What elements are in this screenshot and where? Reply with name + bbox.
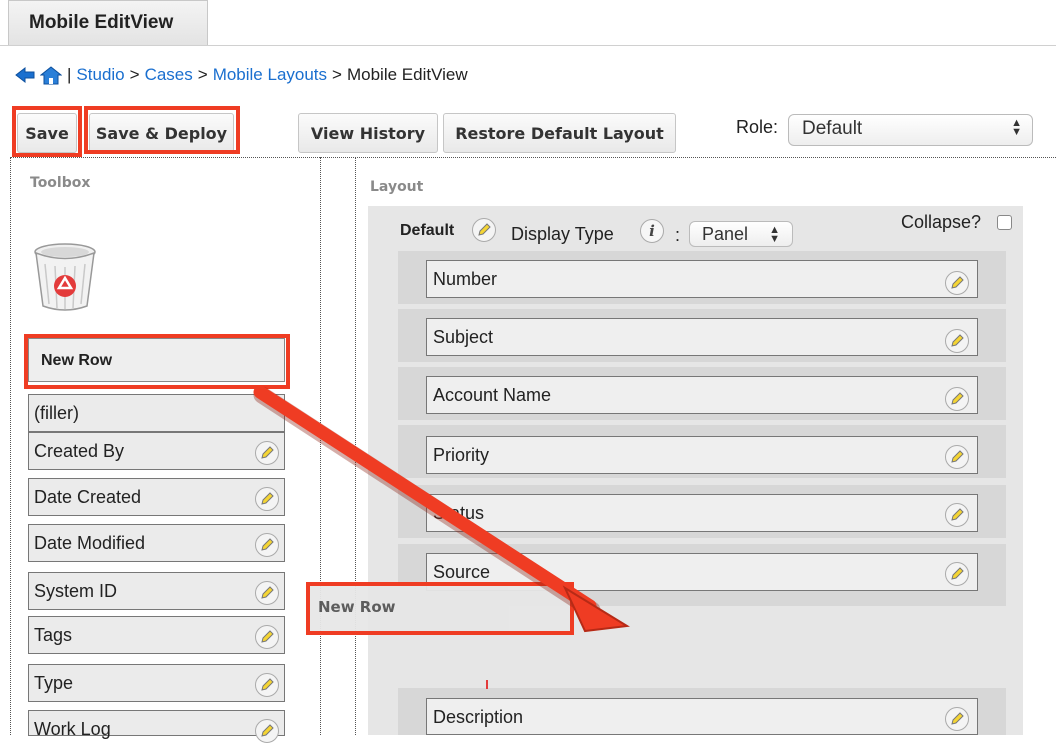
display-type-label: Display Type bbox=[511, 224, 614, 244]
field-label: Source bbox=[433, 562, 491, 582]
role-select[interactable]: Default ▲ ▼ bbox=[788, 114, 1033, 146]
role-label: Role: bbox=[736, 117, 779, 137]
field-label: Work Log bbox=[34, 719, 111, 739]
new-row-highlight-box bbox=[24, 334, 290, 389]
field-label: Date Modified bbox=[34, 533, 146, 553]
trash-bin-icon[interactable] bbox=[33, 242, 97, 312]
field-label: Tags bbox=[34, 625, 73, 645]
toolbox-right-border bbox=[320, 157, 321, 735]
pencil-icon[interactable] bbox=[255, 581, 279, 605]
pencil-icon[interactable] bbox=[945, 387, 969, 411]
layout-field-description[interactable]: Description bbox=[426, 698, 978, 735]
dragging-row-highlight-box bbox=[306, 582, 574, 635]
display-type-colon: : bbox=[675, 225, 681, 245]
tab-divider bbox=[0, 45, 1056, 46]
field-label: Date Created bbox=[34, 487, 142, 507]
role-value: Default bbox=[802, 118, 863, 139]
collapse-label: Collapse? bbox=[901, 212, 982, 232]
toolbox-field-system-id[interactable]: System ID bbox=[28, 572, 285, 610]
pencil-icon[interactable] bbox=[945, 445, 969, 469]
workspace-top-border bbox=[10, 157, 1056, 158]
field-label: Status bbox=[433, 503, 485, 523]
toolbox-field-created-by[interactable]: Created By bbox=[28, 432, 285, 470]
toolbox-title: Toolbox bbox=[30, 175, 91, 191]
save-highlight-box bbox=[12, 106, 82, 157]
pencil-icon[interactable] bbox=[945, 271, 969, 295]
pencil-icon[interactable] bbox=[255, 441, 279, 465]
breadcrumb-arrow: > bbox=[332, 65, 342, 84]
layout-field-number[interactable]: Number bbox=[426, 260, 978, 298]
toolbox-field-date-created[interactable]: Date Created bbox=[28, 478, 285, 516]
toolbox-field-filler[interactable]: (filler) bbox=[28, 394, 285, 432]
restore-default-layout-button[interactable]: Restore Default Layout bbox=[443, 113, 676, 153]
field-label: Created By bbox=[34, 441, 125, 461]
panel-name: Default bbox=[400, 222, 455, 239]
breadcrumb-arrow: > bbox=[197, 65, 208, 84]
breadcrumb-current: Mobile EditView bbox=[346, 65, 468, 84]
toolbox-field-tags[interactable]: Tags bbox=[28, 616, 285, 654]
layout-field-account-name[interactable]: Account Name bbox=[426, 376, 978, 414]
home-icon[interactable] bbox=[39, 65, 63, 85]
field-label: Priority bbox=[433, 445, 490, 465]
field-label: Description bbox=[433, 707, 524, 727]
pencil-icon[interactable] bbox=[255, 719, 279, 743]
layout-field-subject[interactable]: Subject bbox=[426, 318, 978, 356]
pencil-icon[interactable] bbox=[945, 329, 969, 353]
tab-mobile-editview[interactable]: Mobile EditView bbox=[8, 0, 208, 45]
pencil-icon[interactable] bbox=[255, 533, 279, 557]
toolbox-field-date-modified[interactable]: Date Modified bbox=[28, 524, 285, 562]
breadcrumb-separator: | bbox=[67, 65, 72, 84]
layout-field-status[interactable]: Status bbox=[426, 494, 978, 532]
field-label: Number bbox=[433, 269, 498, 289]
display-type-select[interactable]: Panel ▲ ▼ bbox=[689, 221, 793, 247]
pencil-icon[interactable] bbox=[255, 673, 279, 697]
back-arrow-icon[interactable] bbox=[14, 65, 36, 85]
view-history-button[interactable]: View History bbox=[298, 113, 438, 153]
breadcrumb-mobile-layouts[interactable]: Mobile Layouts bbox=[213, 65, 327, 85]
toolbox-left-border bbox=[10, 157, 11, 735]
pencil-icon[interactable] bbox=[255, 625, 279, 649]
field-label: System ID bbox=[34, 581, 118, 601]
pencil-icon[interactable] bbox=[255, 487, 279, 511]
field-label: Subject bbox=[433, 327, 494, 347]
layout-field-priority[interactable]: Priority bbox=[426, 436, 978, 474]
toolbox-field-work-log[interactable]: Work Log bbox=[28, 710, 285, 743]
field-label: Account Name bbox=[433, 385, 552, 405]
layout-left-border bbox=[355, 157, 356, 735]
breadcrumb-cases[interactable]: Cases bbox=[145, 65, 193, 85]
drop-marker bbox=[486, 680, 488, 689]
pencil-icon[interactable] bbox=[945, 707, 969, 731]
collapse-checkbox[interactable] bbox=[997, 215, 1012, 230]
save-deploy-highlight-box bbox=[84, 106, 240, 154]
toolbox-field-type[interactable]: Type bbox=[28, 664, 285, 702]
select-updown-icon: ▲ ▼ bbox=[1011, 117, 1022, 138]
breadcrumb: | Studio > Cases > Mobile Layouts > Mobi… bbox=[14, 62, 468, 88]
pencil-icon[interactable] bbox=[472, 218, 496, 242]
info-icon[interactable]: i bbox=[640, 219, 664, 243]
field-label: (filler) bbox=[34, 403, 79, 423]
display-type-value: Panel bbox=[702, 224, 749, 244]
pencil-icon[interactable] bbox=[945, 503, 969, 527]
breadcrumb-arrow: > bbox=[129, 65, 140, 84]
field-label: Type bbox=[34, 673, 74, 693]
select-updown-icon: ▲ ▼ bbox=[769, 224, 780, 245]
pencil-icon[interactable] bbox=[945, 562, 969, 586]
layout-title: Layout bbox=[370, 179, 424, 195]
breadcrumb-studio[interactable]: Studio bbox=[76, 65, 124, 85]
